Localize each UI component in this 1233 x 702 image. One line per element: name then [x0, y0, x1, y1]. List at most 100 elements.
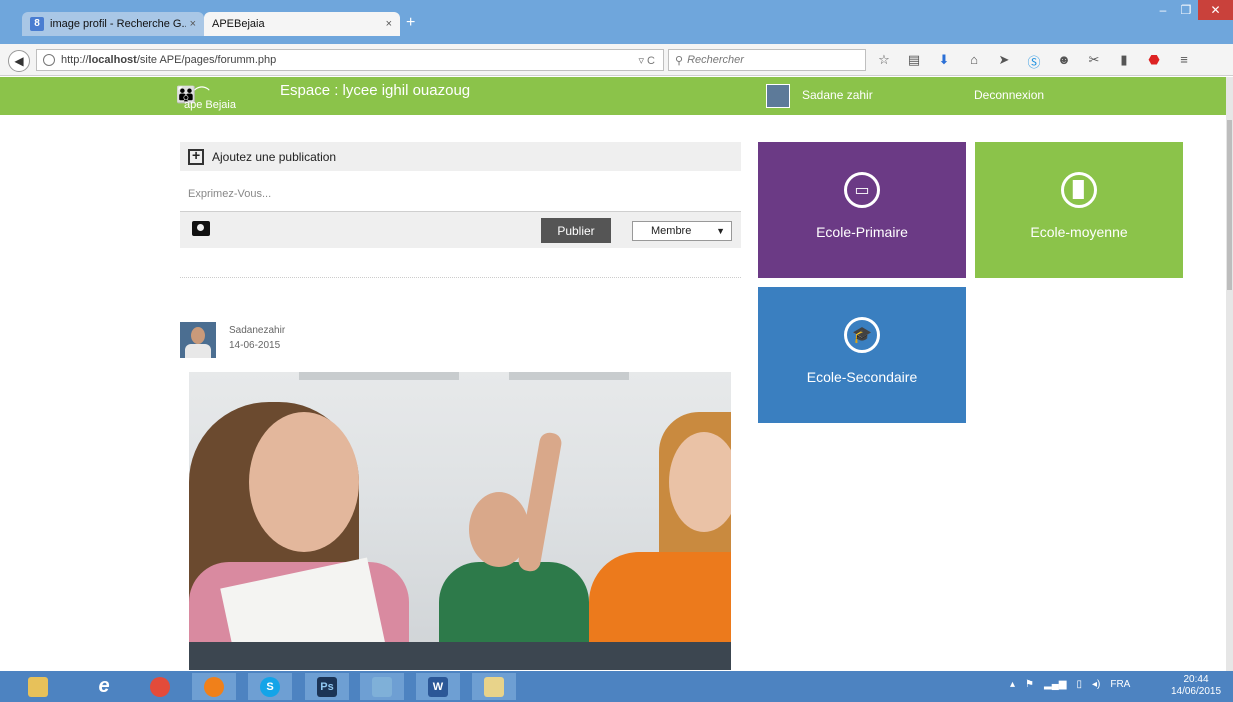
url-path: /site APE/pages/forumm.php: [136, 54, 277, 66]
chrome-icon: [150, 676, 170, 697]
publish-button[interactable]: Publier: [541, 218, 611, 243]
tile-ecole-primaire[interactable]: ▭ Ecole-Primaire: [758, 142, 966, 278]
chrome-button[interactable]: [138, 673, 182, 700]
tab-close-icon[interactable]: ×: [386, 18, 392, 30]
girl-right-face: [669, 432, 731, 532]
tile-label: Ecole-moyenne: [1030, 224, 1128, 240]
url-bar[interactable]: http://localhost/site APE/pages/forumm.p…: [36, 49, 664, 71]
publish-actions: Publier Membre ▼: [180, 211, 741, 248]
browser-search-input[interactable]: ⚲ Rechercher: [668, 49, 866, 71]
skype-icon: S: [260, 676, 280, 697]
clock-time: 20:44: [1183, 674, 1209, 685]
classroom-ceiling-light: [509, 372, 629, 380]
audience-select[interactable]: Membre ▼: [632, 221, 732, 241]
new-tab-button[interactable]: +: [406, 14, 415, 32]
battery-icon[interactable]: ▯: [1076, 679, 1082, 690]
logout-link[interactable]: Deconnexion: [974, 88, 1044, 102]
tile-label: Ecole-Primaire: [816, 224, 908, 240]
avatar-shirt: [185, 344, 211, 358]
scrollbar-thumb[interactable]: [1227, 120, 1232, 290]
system-tray: ▴ ⚑ ▂▄▆ ▯ ◂) FRA: [1010, 679, 1130, 690]
network-signal-icon[interactable]: ▂▄▆: [1044, 679, 1066, 690]
url-host: localhost: [88, 54, 137, 66]
tab-close-icon[interactable]: ×: [190, 18, 196, 30]
tab-label: image profil - Recherche G...: [50, 18, 186, 30]
search-placeholder: Rechercher: [687, 54, 744, 66]
globe-icon: [43, 54, 55, 66]
browser-toolbar-icons: ☆ ▤ ⬇ ⌂ ➤ Ⓢ ☻ ✂ ▮ ⬣ ≡: [876, 52, 1192, 70]
tab-apebejaia[interactable]: APEBejaia ×: [204, 12, 400, 36]
logo-text: ape Bejaia: [184, 99, 236, 111]
taskbar-clock[interactable]: 20:44 14/06/2015: [1166, 674, 1226, 698]
post-image: [189, 372, 731, 670]
clipboard-icon[interactable]: ▮: [1116, 52, 1132, 70]
close-window-button[interactable]: ✕: [1198, 0, 1233, 20]
photoshop-icon: Ps: [317, 676, 337, 697]
file-explorer-button[interactable]: [16, 673, 60, 700]
tile-ecole-secondaire[interactable]: 🎓 Ecole-Secondaire: [758, 287, 966, 423]
firefox-button[interactable]: [192, 673, 236, 700]
volume-icon[interactable]: ◂): [1092, 679, 1100, 690]
maximize-button[interactable]: ❐: [1175, 0, 1197, 20]
paint-button[interactable]: [472, 673, 516, 700]
bookmark-star-icon[interactable]: ☆: [876, 52, 892, 70]
google-favicon-icon: 8: [30, 17, 44, 31]
word-button[interactable]: W: [416, 673, 460, 700]
book-icon: ▉: [1061, 172, 1097, 208]
section-divider: [180, 277, 741, 278]
home-icon[interactable]: ⌂: [966, 52, 982, 70]
site-header: 👪⌒ ape Bejaia Espace : lycee ighil ouazo…: [0, 77, 1226, 115]
graduation-cap-icon: 🎓: [844, 317, 880, 353]
user-avatar[interactable]: [766, 84, 790, 108]
user-name-link[interactable]: Sadane zahir: [802, 88, 873, 102]
download-icon[interactable]: ⬇: [936, 52, 952, 70]
tab-image-profil[interactable]: 8 image profil - Recherche G... ×: [22, 12, 204, 36]
camera-icon[interactable]: [192, 221, 210, 236]
tablet-icon: ▭: [844, 172, 880, 208]
clock-date: 14/06/2015: [1170, 686, 1222, 697]
back-button[interactable]: ◀: [8, 50, 30, 72]
reload-icon[interactable]: ▿ C: [638, 54, 655, 67]
internet-explorer-button[interactable]: e: [82, 673, 126, 700]
chat-icon[interactable]: ☻: [1056, 52, 1072, 70]
send-icon[interactable]: ➤: [996, 52, 1012, 70]
tile-label: Ecole-Secondaire: [806, 369, 918, 385]
site-logo[interactable]: 👪⌒ ape Bejaia: [176, 81, 262, 111]
language-indicator[interactable]: FRA: [1110, 679, 1130, 690]
add-post-icon: [188, 147, 204, 165]
raised-hand: [517, 431, 563, 573]
firefox-icon: [204, 676, 224, 697]
tray-expand-icon[interactable]: ▴: [1010, 679, 1015, 690]
skype-button[interactable]: S: [248, 673, 292, 700]
photoshop-button[interactable]: Ps: [305, 673, 349, 700]
flag-icon[interactable]: ⚑: [1025, 679, 1034, 690]
photo-viewer-button[interactable]: [360, 673, 404, 700]
space-title: Espace : lycee ighil ouazoug: [280, 82, 471, 99]
internet-explorer-icon: e: [98, 675, 110, 697]
menu-icon[interactable]: ≡: [1176, 52, 1192, 70]
publish-title: Ajoutez une publication: [212, 149, 337, 164]
post-date: 14-06-2015: [229, 340, 281, 351]
post-author-name[interactable]: Sadanezahir: [229, 325, 285, 336]
file-explorer-icon: [28, 676, 48, 697]
photo-viewer-icon: [372, 676, 392, 697]
publish-placeholder: Exprimez-Vous...: [188, 188, 272, 200]
search-icon: ⚲: [675, 54, 684, 67]
avatar-face: [191, 327, 205, 344]
extension-icon[interactable]: ✂: [1086, 52, 1102, 70]
windows-taskbar: e S Ps W ▴ ⚑ ▂▄▆ ▯ ◂) FRA 20:44 14/06/20…: [0, 671, 1233, 702]
desk: [189, 642, 731, 670]
word-icon: W: [428, 676, 448, 697]
tab-label: APEBejaia: [212, 18, 265, 30]
skype-toolbar-icon[interactable]: Ⓢ: [1026, 52, 1042, 70]
tile-ecole-moyenne[interactable]: ▉ Ecole-moyenne: [975, 142, 1183, 278]
browser-titlebar: 8 image profil - Recherche G... × APEBej…: [0, 0, 1233, 44]
post-author-avatar[interactable]: [180, 322, 216, 358]
paint-icon: [484, 676, 504, 697]
minimize-button[interactable]: –: [1152, 0, 1174, 20]
audience-select-value: Membre: [651, 225, 692, 237]
bookmarks-list-icon[interactable]: ▤: [906, 52, 922, 70]
adblock-icon[interactable]: ⬣: [1146, 52, 1162, 70]
publish-text-input[interactable]: Exprimez-Vous...: [180, 178, 741, 210]
browser-navbar: ◀ http://localhost/site APE/pages/forumm…: [0, 44, 1233, 76]
